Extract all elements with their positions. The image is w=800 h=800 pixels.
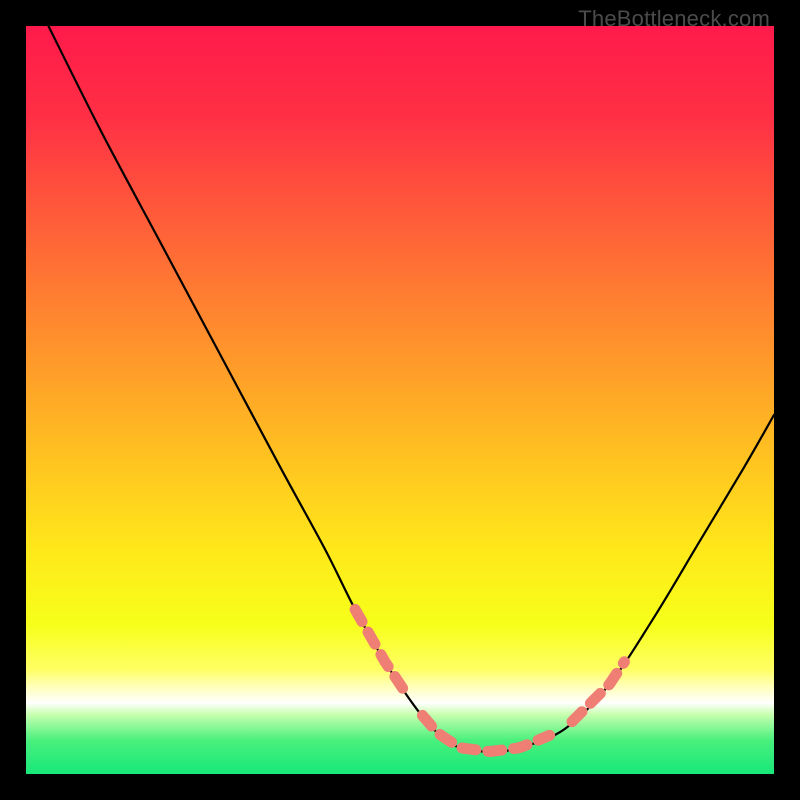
chart-frame <box>26 26 774 774</box>
bottleneck-chart <box>26 26 774 774</box>
gradient-background <box>26 26 774 774</box>
watermark-label: TheBottleneck.com <box>578 6 770 32</box>
